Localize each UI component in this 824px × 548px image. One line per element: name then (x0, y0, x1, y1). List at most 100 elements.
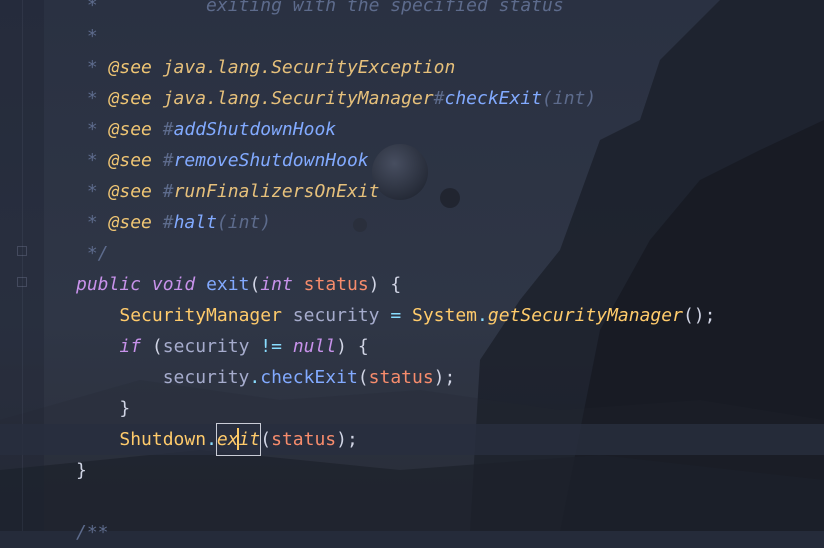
code-editor[interactable]: * exiting with the specified status * * … (0, 0, 824, 543)
code-token: (); (682, 305, 716, 326)
code-token: @see (108, 150, 152, 171)
code-token: runFinalizersOnExit (173, 181, 380, 202)
text-caret (236, 428, 239, 450)
code-token: if (119, 336, 142, 357)
code-token: exit (206, 274, 250, 295)
code-token: (int) (542, 88, 597, 109)
code-text: } (76, 393, 130, 424)
code-token: null (292, 336, 337, 357)
code-token: @see (108, 212, 152, 233)
code-token: status (368, 367, 434, 388)
code-text: * @see #addShutdownHook (76, 114, 336, 145)
code-line[interactable]: * exiting with the specified status (0, 0, 824, 21)
code-token: * (76, 26, 98, 47)
code-token: halt (173, 212, 217, 233)
code-text: /** (76, 517, 109, 548)
code-text: public void exit(int status) { (76, 269, 401, 300)
code-text: SecurityManager security = System.getSec… (76, 300, 715, 331)
code-token: security (162, 336, 250, 357)
code-token: != (260, 336, 282, 357)
code-token: } (76, 460, 87, 481)
code-token: security (292, 305, 380, 326)
code-text: * @see java.lang.SecurityException (76, 52, 456, 83)
code-line[interactable]: } (0, 393, 824, 424)
code-token: @see (108, 88, 152, 109)
code-line[interactable]: * (0, 21, 824, 52)
code-line[interactable]: * @see java.lang.SecurityManager#checkEx… (0, 83, 824, 114)
code-token: } (76, 398, 131, 419)
current-code-line[interactable]: Shutdown.exit(status); (0, 423, 824, 456)
code-text: * (76, 21, 98, 52)
code-token: * (76, 88, 109, 109)
code-line[interactable]: * @see #runFinalizersOnExit (0, 176, 824, 207)
code-token: status (271, 429, 337, 450)
code-token: ) { (336, 336, 369, 357)
code-text: } (76, 455, 87, 486)
code-line[interactable]: * @see #halt(int) (0, 207, 824, 238)
code-token: addShutdownHook (173, 119, 337, 140)
code-token: @see (108, 119, 152, 140)
code-token: */ (76, 243, 109, 264)
code-token: ( (260, 429, 272, 450)
code-token: @see (108, 57, 152, 78)
code-line[interactable]: security.checkExit(status); (0, 362, 824, 393)
code-line[interactable]: /** (0, 517, 824, 548)
code-text: if (security != null) { (76, 331, 369, 362)
code-token: @see (108, 181, 152, 202)
code-token: * (76, 0, 207, 16)
code-token: # (433, 88, 445, 109)
code-line[interactable]: public void exit(int status) { (0, 269, 824, 300)
selected-identifier: exit (215, 423, 262, 456)
code-token: void (151, 274, 196, 295)
code-text: * @see java.lang.SecurityManager#checkEx… (76, 83, 596, 114)
code-token: * (76, 57, 109, 78)
code-line[interactable]: * @see java.lang.SecurityException (0, 52, 824, 83)
code-text: security.checkExit(status); (76, 362, 456, 393)
code-text: */ (76, 238, 109, 269)
code-token: # (162, 119, 174, 140)
code-line[interactable]: */ (0, 238, 824, 269)
code-token: # (162, 150, 174, 171)
code-token: removeShutdownHook (173, 150, 369, 171)
code-text: * @see #removeShutdownHook (76, 145, 369, 176)
code-text: Shutdown.exit(status); (76, 423, 358, 456)
code-text: * @see #halt(int) (76, 207, 271, 238)
code-token: ( (141, 336, 163, 357)
code-token: exiting with the specified status (206, 0, 564, 16)
code-line[interactable]: } (0, 455, 824, 486)
code-token: * (76, 181, 109, 202)
code-text: * exiting with the specified status (76, 0, 564, 21)
code-token: . (249, 367, 261, 388)
code-token: ( (357, 367, 369, 388)
code-token: java.lang.SecurityException (162, 57, 456, 78)
code-token: checkExit (444, 88, 543, 109)
code-token: checkExit (260, 367, 358, 388)
code-token: SecurityManager (119, 305, 282, 326)
code-token: = (390, 305, 402, 326)
code-line[interactable] (0, 486, 824, 517)
code-token: ( (249, 274, 261, 295)
code-line[interactable]: SecurityManager security = System.getSec… (0, 300, 824, 331)
code-token: * (76, 150, 109, 171)
code-line[interactable]: if (security != null) { (0, 331, 824, 362)
code-token: (int) (216, 212, 272, 233)
code-line[interactable]: * @see #removeShutdownHook (0, 145, 824, 176)
code-token: . (206, 429, 217, 450)
code-token: security (162, 367, 250, 388)
code-line[interactable]: * @see #addShutdownHook (0, 114, 824, 145)
